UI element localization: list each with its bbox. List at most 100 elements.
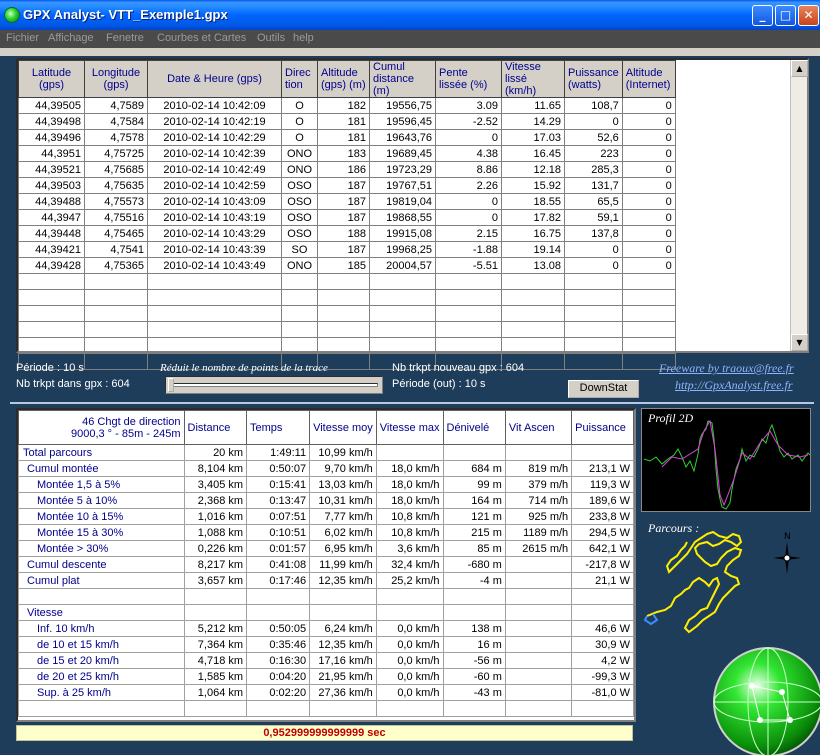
stats-cell: 11,99 km/h <box>309 556 377 573</box>
table-row[interactable]: 44,39421 4,7541 2010-02-14 10:43:39 SO 187 19… <box>18 241 676 258</box>
stats-cell <box>375 700 444 717</box>
stats-cell <box>309 588 377 605</box>
stats-row[interactable]: de 15 et 20 km/h 4,718 km 0:16:30 17,16 km/… <box>18 652 634 669</box>
stats-grid[interactable]: 46 Chgt de direction 9000,3 ° - 85m - 24… <box>16 408 636 722</box>
stats-row[interactable]: de 10 et 15 km/h 7,364 km 0:35:46 12,35 km/… <box>18 636 634 653</box>
trackpoint-grid[interactable]: Latitude (gps) Longitude (gps) Date & He… <box>16 58 809 370</box>
col-header-altitude-internet[interactable]: Altitude (Internet) <box>621 60 676 98</box>
menu-help[interactable]: help <box>293 32 314 44</box>
col-header-latitude[interactable]: Latitude (gps) <box>18 60 85 98</box>
table-cell <box>435 273 502 290</box>
table-cell: 16.45 <box>501 145 565 162</box>
table-cell: 4.38 <box>435 145 502 162</box>
scroll-up-icon[interactable]: ▲ <box>791 60 808 77</box>
table-cell: 188 <box>317 225 370 242</box>
close-button[interactable]: ✕ <box>798 5 819 26</box>
table-cell: 0 <box>621 113 676 130</box>
stats-cell: 9,70 km/h <box>309 460 377 477</box>
grid-vertical-scrollbar[interactable]: ▲ ▼ <box>790 60 808 351</box>
menu-fichier[interactable]: Fichier <box>6 32 39 44</box>
table-cell <box>84 305 148 322</box>
table-cell <box>621 321 676 338</box>
stats-cell <box>442 444 506 461</box>
table-row[interactable]: 44,39428 4,75365 2010-02-14 10:43:49 ONO 185… <box>18 257 676 274</box>
table-row[interactable]: 44,39488 4,75573 2010-02-14 10:43:09 OSO 187… <box>18 193 676 210</box>
stats-cell: 0:01:57 <box>246 540 311 557</box>
stats-cell: -217,8 W <box>571 556 634 573</box>
site-link[interactable]: http://GpxAnalyst.free.fr <box>675 378 793 393</box>
menu-outils[interactable]: Outils <box>257 32 285 44</box>
stats-row[interactable]: Inf. 10 km/h 5,212 km 0:50:05 6,24 km/h 0,0 … <box>18 620 634 637</box>
profile-2d-panel[interactable]: Profil 2D <box>641 408 811 512</box>
table-row[interactable]: 44,3947 4,75516 2010-02-14 10:43:19 OSO 187 1… <box>18 209 676 226</box>
table-row[interactable]: 44,39505 4,7589 2010-02-14 10:42:09 O 182 195… <box>18 97 676 114</box>
menu-affichage[interactable]: Affichage <box>48 32 94 44</box>
stats-row[interactable]: Montée 1,5 à 5% 3,405 km 0:15:41 13,03 km/h… <box>18 476 634 493</box>
table-cell: 2010-02-14 10:42:29 <box>147 129 282 146</box>
col-header-date-heure[interactable]: Date & Heure (gps) <box>147 60 282 98</box>
periode-label: Période : 10 s <box>16 362 84 374</box>
stats-row[interactable]: Montée 15 à 30% 1,088 km 0:10:51 6,02 km/h 1… <box>18 524 634 541</box>
stats-cell: 13,03 km/h <box>309 476 377 493</box>
table-cell: 4,7578 <box>84 129 148 146</box>
table-row[interactable]: 44,39503 4,75635 2010-02-14 10:42:59 OSO 187… <box>18 177 676 194</box>
stats-cell: 119,3 W <box>571 476 634 493</box>
table-cell: 44,39521 <box>18 161 85 178</box>
downstat-button[interactable]: DownStat <box>568 380 639 398</box>
reduce-points-slider[interactable] <box>165 376 383 394</box>
table-cell: 59,1 <box>564 209 623 226</box>
table-row[interactable]: 44,39521 4,75685 2010-02-14 10:42:49 ONO 186… <box>18 161 676 178</box>
table-cell: 18.55 <box>501 193 565 210</box>
maximize-button[interactable]: □ <box>775 5 796 26</box>
stats-row[interactable]: Total parcours 20 km 1:49:11 10,99 km/h <box>18 444 634 461</box>
table-row[interactable]: 44,39448 4,75465 2010-02-14 10:43:29 OSO 188… <box>18 225 676 242</box>
menu-fenetre[interactable]: Fenetre <box>106 32 144 44</box>
table-row[interactable]: 44,39496 4,7578 2010-02-14 10:42:29 O 181 196… <box>18 129 676 146</box>
stats-row[interactable]: Montée > 30% 0,226 km 0:01:57 6,95 km/h 3,6 … <box>18 540 634 557</box>
table-cell <box>621 305 676 322</box>
table-cell <box>84 273 148 290</box>
stats-row-label: Cumul descente <box>18 556 185 573</box>
minimize-button[interactable]: _ <box>752 5 773 26</box>
col-header-vitesse[interactable]: Vitesse lissé (km/h) <box>501 60 565 98</box>
col-header-altitude-gps[interactable]: Altitude (gps) (m) <box>317 60 370 98</box>
stats-cell: -81,0 W <box>571 684 634 701</box>
slider-thumb[interactable] <box>168 378 174 392</box>
stats-cell: 0:13:47 <box>246 492 311 509</box>
stats-row[interactable] <box>18 700 634 717</box>
table-cell <box>18 273 85 290</box>
col-header-direction[interactable]: Direc tion <box>281 60 318 98</box>
stats-row[interactable]: Montée 10 à 15% 1,016 km 0:07:51 7,77 km/h 1… <box>18 508 634 525</box>
stats-row[interactable]: Cumul descente 8,217 km 0:41:08 11,99 km/h 3… <box>18 556 634 573</box>
table-cell <box>147 289 282 306</box>
table-cell <box>317 305 370 322</box>
freeware-link[interactable]: Freeware by traoux@free.fr <box>659 361 794 376</box>
stats-cell <box>504 588 573 605</box>
stats-cell: 17,16 km/h <box>309 652 377 669</box>
stats-row[interactable]: Cumul montée 8,104 km 0:50:07 9,70 km/h 18,0… <box>18 460 634 477</box>
stats-cell <box>504 684 573 701</box>
col-header-pente[interactable]: Pente lissée (%) <box>435 60 502 98</box>
table-cell <box>147 321 282 338</box>
separator <box>10 402 814 404</box>
table-cell: SO <box>281 241 318 258</box>
table-row[interactable]: 44,39498 4,7584 2010-02-14 10:42:19 O 181 195… <box>18 113 676 130</box>
scroll-down-icon[interactable]: ▼ <box>791 334 808 351</box>
col-header-puissance[interactable]: Puissance (watts) <box>564 60 623 98</box>
stats-row[interactable]: Sup. à 25 km/h 1,064 km 0:02:20 27,36 km/h 0… <box>18 684 634 701</box>
table-cell: 2010-02-14 10:43:39 <box>147 241 282 258</box>
stats-row[interactable]: Vitesse <box>18 604 634 621</box>
stats-cell <box>571 604 634 621</box>
table-row[interactable]: 44,3951 4,75725 2010-02-14 10:42:39 ONO 183 1… <box>18 145 676 162</box>
table-cell: 13.08 <box>501 257 565 274</box>
stats-row[interactable]: Montée 5 à 10% 2,368 km 0:13:47 10,31 km/h 1… <box>18 492 634 509</box>
col-header-longitude[interactable]: Longitude (gps) <box>84 60 148 98</box>
stats-row[interactable]: Cumul plat 3,657 km 0:17:46 12,35 km/h 25,2 … <box>18 572 634 589</box>
table-cell: 183 <box>317 145 370 162</box>
stats-row[interactable] <box>18 588 634 605</box>
parcours-map-panel[interactable]: N <box>641 520 811 645</box>
col-header-cumul-distance[interactable]: Cumul distance (m) <box>369 60 436 98</box>
menu-courbes-cartes[interactable]: Courbes et Cartes <box>157 32 246 44</box>
stats-row[interactable]: de 20 et 25 km/h 1,585 km 0:04:20 21,95 km/… <box>18 668 634 685</box>
stats-cell: 1,016 km <box>183 508 248 525</box>
